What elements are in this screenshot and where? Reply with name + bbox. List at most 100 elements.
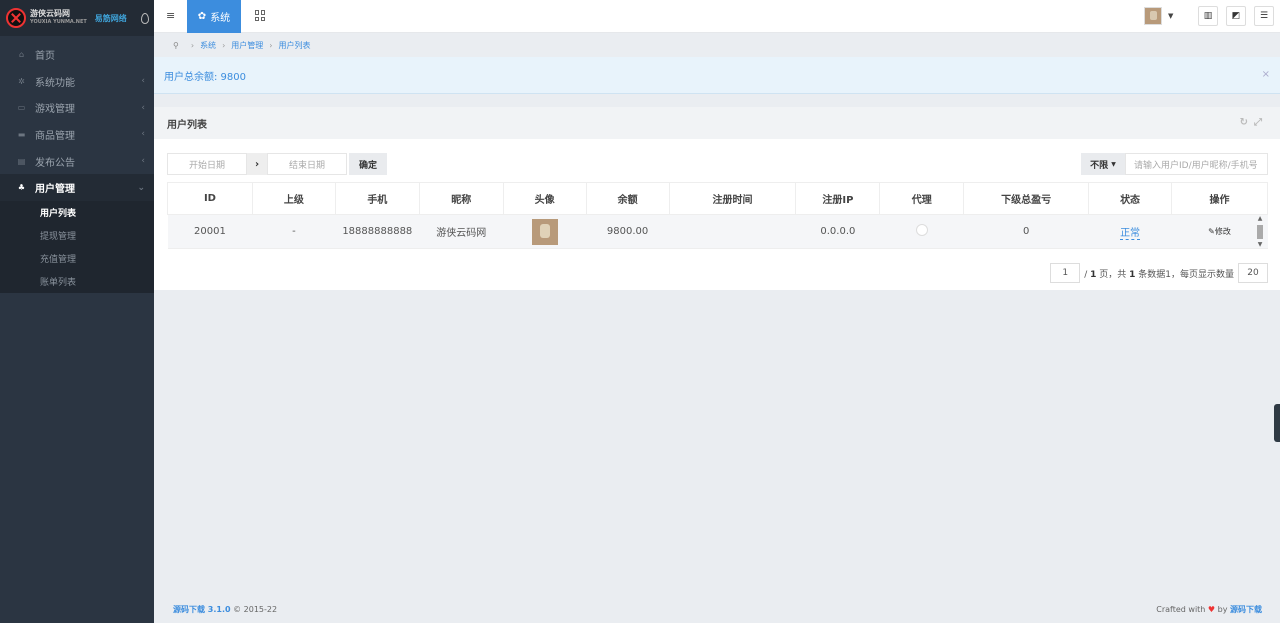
table-header-row: ID 上级 手机 昵称 头像 余额 注册时间 注册IP 代理 下级总盈亏 状态 …	[167, 182, 1268, 215]
limit-dropdown[interactable]: 不限 ▼	[1081, 153, 1125, 175]
column-header: 头像	[502, 182, 587, 215]
chevron-right-icon: ›	[247, 153, 267, 175]
column-header: 代理	[879, 182, 965, 215]
logo-icon	[6, 8, 26, 28]
location-pin-icon: ⚲	[173, 40, 179, 50]
scroll-thumb[interactable]	[1257, 225, 1263, 239]
breadcrumb-item-user-list[interactable]: 用户列表	[278, 40, 310, 51]
breadcrumb-item-system[interactable]: 系统	[200, 40, 216, 51]
search-input[interactable]: 请输入用户ID/用户昵称/手机号	[1125, 153, 1268, 175]
column-header: 昵称	[418, 182, 504, 215]
theme-drop-icon[interactable]	[140, 12, 149, 24]
settings-panel-icon[interactable]: ☰	[1254, 6, 1274, 26]
column-header: 注册IP	[795, 182, 881, 215]
close-icon[interactable]: ×	[1262, 69, 1270, 80]
product-version[interactable]: 源码下载 3.1.0	[173, 605, 231, 614]
cell-avatar	[503, 214, 587, 249]
author-link[interactable]: 源码下载	[1230, 605, 1262, 614]
column-header: 手机	[334, 182, 420, 215]
column-header[interactable]: 注册时间	[668, 182, 797, 215]
table-scrollbar[interactable]: ▲ ▼	[1256, 215, 1264, 249]
submenu-item-recharges[interactable]: 充值管理	[0, 247, 154, 270]
caret-down-icon: ▼	[1168, 12, 1174, 20]
external-link-icon[interactable]: ◩	[1226, 6, 1246, 26]
sidebar-item-label: 系统功能	[35, 77, 75, 89]
chevron-left-icon: ‹	[141, 102, 145, 113]
sidebar-item-games[interactable]: ▭ 游戏管理 ‹	[0, 94, 154, 121]
sidebar-item-label: 游戏管理	[35, 104, 75, 116]
panel-title: 用户列表	[167, 119, 207, 131]
edit-button[interactable]: ✎修改	[1208, 227, 1231, 236]
caret-down-icon: ▼	[1111, 160, 1116, 168]
heart-icon: ♥	[1207, 605, 1216, 614]
sidebar-item-system[interactable]: ✲ 系统功能 ‹	[0, 68, 154, 95]
users-submenu: 用户列表 提现管理 充值管理 账单列表	[0, 201, 154, 294]
sidebar-item-label: 用户管理	[35, 184, 75, 196]
column-header[interactable]: 余额	[585, 182, 670, 215]
pager-summary: / 1 页，共 1 条数据1，每页显示数量	[1084, 267, 1234, 280]
cell-phone: 18888888888	[335, 214, 420, 249]
trash-icon[interactable]: ▥	[1198, 6, 1218, 26]
status-link[interactable]: 正常	[1120, 228, 1141, 240]
breadcrumb-separator: ›	[190, 40, 195, 50]
shopping-bag-icon: ▬	[17, 129, 26, 139]
scroll-up-icon[interactable]: ▲	[1256, 215, 1264, 223]
chevron-left-icon: ‹	[141, 156, 145, 167]
sidebar-item-home[interactable]: ⌂ 首页	[0, 41, 154, 68]
user-table: ID 上级 手机 昵称 头像 余额 注册时间 注册IP 代理 下级总盈亏 状态 …	[167, 182, 1268, 249]
alert-text: 用户总余额: 9800	[164, 71, 246, 83]
breadcrumb-separator: ›	[222, 40, 226, 50]
start-date-input[interactable]: 开始日期	[167, 153, 247, 175]
cell-proxy	[879, 214, 964, 249]
footer-left: 源码下载 3.1.0 © 2015-22	[173, 604, 277, 615]
cell-actions: ✎修改	[1171, 214, 1268, 249]
cell-nickname: 游侠云码网	[419, 214, 504, 249]
tab-system[interactable]: ✿ 系统	[187, 0, 241, 33]
submenu-item-bills[interactable]: 账单列表	[0, 270, 154, 293]
sidebar-item-products[interactable]: ▬ 商品管理 ‹	[0, 121, 154, 148]
menu-toggle-icon[interactable]: ≡	[166, 10, 175, 21]
search-group: 不限 ▼ 请输入用户ID/用户昵称/手机号	[1081, 153, 1268, 175]
panel-tools: ↻⤢	[1240, 117, 1268, 128]
sidebar-item-users[interactable]: ♣ 用户管理 ⌄	[0, 174, 154, 202]
avatar[interactable]	[531, 218, 558, 245]
apps-grid-icon[interactable]	[255, 10, 266, 21]
date-filters: 开始日期 › 结束日期 确定	[167, 153, 387, 175]
breadcrumb: ⚲ › 系统 › 用户管理 › 用户列表	[154, 33, 1280, 57]
submenu-item-withdrawals[interactable]: 提现管理	[0, 224, 154, 247]
proxy-toggle[interactable]	[915, 224, 928, 236]
partner-logo: 易筋网络	[94, 13, 127, 23]
gear-icon: ✲	[18, 76, 25, 86]
scroll-down-icon[interactable]: ▼	[1256, 241, 1264, 249]
cell-reg-time	[669, 214, 796, 249]
chevron-down-icon: ⌄	[137, 182, 145, 193]
gamepad-icon: ▭	[17, 103, 26, 113]
brand-title: 游侠云码网	[30, 9, 70, 18]
brand: 游侠云码网 YOUXIA YUNMA.NET 易筋网络	[0, 0, 154, 36]
sidebar-item-label: 发布公告	[35, 157, 75, 169]
confirm-button[interactable]: 确定	[349, 153, 387, 175]
fullscreen-icon[interactable]: ⤢	[1254, 117, 1268, 128]
per-page-input[interactable]: 20	[1238, 263, 1268, 283]
user-list-panel: 用户列表 ↻⤢ 开始日期 › 结束日期 确定 不限 ▼ 请输入用户ID/用户昵称…	[154, 107, 1280, 290]
column-header: 上级	[251, 182, 336, 215]
edit-label: 修改	[1214, 227, 1231, 236]
footer: 源码下载 3.1.0 © 2015-22 Crafted with ♥ by 源…	[154, 600, 1280, 618]
page-number-input[interactable]: 1	[1050, 263, 1081, 283]
table-row: 20001 - 18888888888 游侠云码网 9800.00 0.0.0.…	[167, 214, 1268, 249]
brand-subtitle: YOUXIA YUNMA.NET	[30, 19, 87, 25]
users-icon: ♣	[17, 183, 26, 193]
cell-reg-ip: 0.0.0.0	[795, 214, 880, 249]
cell-downline-pnl: 0	[963, 214, 1089, 249]
end-date-input[interactable]: 结束日期	[267, 153, 347, 175]
pagination: 1 / 1 页，共 1 条数据1，每页显示数量 20	[1050, 263, 1268, 283]
side-widget-handle[interactable]	[1274, 404, 1280, 442]
cell-parent: -	[252, 214, 336, 249]
user-menu[interactable]: ▼	[1144, 5, 1184, 27]
crafted-text: Crafted with	[1156, 605, 1206, 614]
refresh-icon[interactable]: ↻	[1240, 117, 1254, 128]
column-header[interactable]: ID	[167, 182, 253, 215]
sidebar-item-announcements[interactable]: ▤ 发布公告 ‹	[0, 148, 154, 175]
submenu-item-user-list[interactable]: 用户列表	[0, 201, 154, 224]
breadcrumb-item-users[interactable]: 用户管理	[231, 40, 263, 51]
